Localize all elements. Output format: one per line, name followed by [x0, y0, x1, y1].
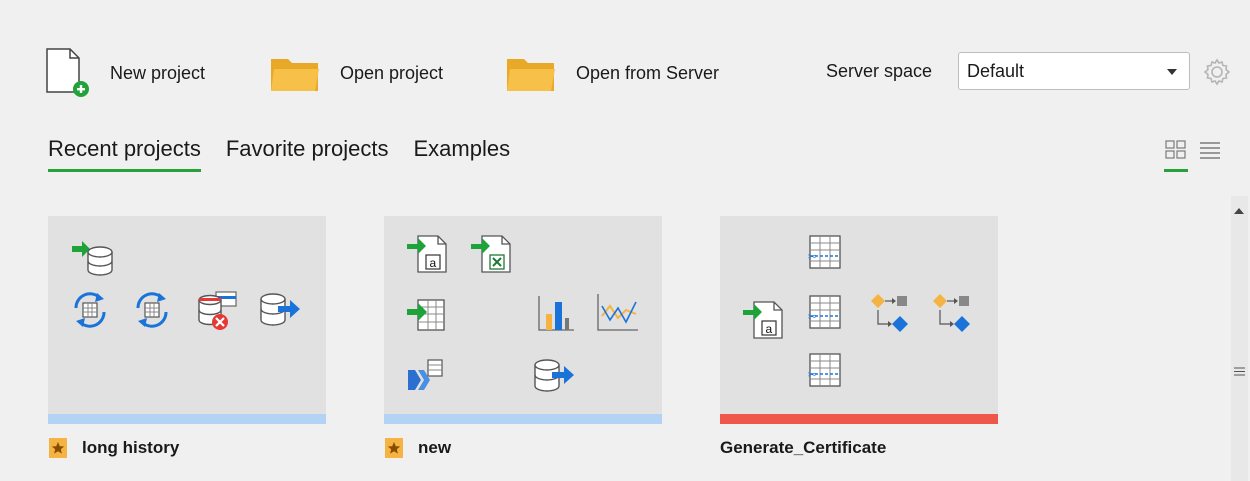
- project-card[interactable]: a new: [384, 216, 662, 458]
- svg-text:✂: ✂: [808, 252, 816, 263]
- transform-icon: [871, 294, 908, 332]
- project-tabs: Recent projects Favorite projects Exampl…: [48, 136, 535, 172]
- database-export-icon: [534, 359, 574, 392]
- import-excel-icon: [471, 235, 511, 273]
- svg-text:a: a: [766, 322, 773, 336]
- project-card[interactable]: ✂ a ✂ ✂ Generate_Certificate: [720, 216, 998, 458]
- folder-icon: [507, 59, 555, 91]
- new-file-icon: [46, 48, 89, 97]
- project-card[interactable]: long history: [48, 216, 326, 458]
- project-title-row: Generate_Certificate: [720, 438, 998, 458]
- open-from-server-label: Open from Server: [576, 62, 720, 83]
- project-title-row: long history: [48, 438, 326, 458]
- project-title: Generate_Certificate: [720, 438, 887, 457]
- scrollbar-track[interactable]: [1231, 196, 1248, 481]
- tab-recent-projects[interactable]: Recent projects: [48, 136, 201, 172]
- project-thumbnail: ✂ a ✂ ✂: [720, 216, 998, 414]
- view-toggle: [1164, 138, 1222, 172]
- grid-view-button[interactable]: [1164, 138, 1188, 172]
- toolbar: New project Open project Open from Serve…: [0, 0, 1250, 120]
- new-project-label: New project: [110, 62, 206, 83]
- chevron-down-icon: [1167, 69, 1177, 75]
- status-bar: [720, 414, 998, 424]
- open-from-server-button[interactable]: Open from Server: [506, 48, 719, 98]
- project-thumbnail: a: [384, 216, 662, 414]
- new-project-button[interactable]: New project: [44, 48, 205, 98]
- split-table-icon: ✂: [808, 353, 841, 387]
- import-text-icon: a: [407, 235, 447, 273]
- folder-icon: [271, 59, 319, 91]
- refresh-table-icon: [74, 292, 106, 328]
- project-thumbnail: [48, 216, 326, 414]
- scroll-up-arrow-icon[interactable]: [1234, 208, 1244, 214]
- status-bar: [384, 414, 662, 424]
- refresh-table-icon: [136, 292, 168, 328]
- list-view-button[interactable]: [1198, 138, 1222, 172]
- star-bookmark-icon[interactable]: [48, 438, 68, 458]
- split-table-icon: ✂: [808, 235, 841, 269]
- import-text-icon: a: [743, 301, 783, 339]
- svg-text:✂: ✂: [808, 312, 816, 323]
- svg-text:a: a: [430, 256, 437, 270]
- pipeline-icon: [408, 359, 443, 390]
- star-bookmark-icon[interactable]: [384, 438, 404, 458]
- split-table-icon: ✂: [808, 295, 841, 329]
- grid-view-icon: [1165, 140, 1186, 159]
- tab-examples[interactable]: Examples: [413, 136, 510, 172]
- open-project-button[interactable]: Open project: [270, 48, 443, 98]
- line-chart-icon: [597, 294, 638, 331]
- import-table-icon: [407, 299, 445, 331]
- tab-favorite-projects[interactable]: Favorite projects: [226, 136, 389, 172]
- svg-text:✂: ✂: [808, 370, 816, 381]
- project-title-row: new: [384, 438, 662, 458]
- vertical-scrollbar[interactable]: [1229, 196, 1250, 481]
- scrollbar-grip-icon[interactable]: [1234, 367, 1245, 376]
- database-export-icon: [260, 293, 300, 326]
- status-bar: [48, 414, 326, 424]
- open-project-label: Open project: [340, 62, 444, 83]
- gear-icon[interactable]: [1203, 58, 1231, 86]
- transform-icon: [933, 294, 970, 332]
- bar-chart-icon: [538, 296, 574, 331]
- database-delete-icon: [198, 291, 237, 330]
- server-space-value: Default: [967, 61, 1025, 81]
- project-title: new: [418, 438, 452, 457]
- server-space-label: Server space: [826, 61, 933, 81]
- server-space-select[interactable]: Default: [958, 52, 1190, 90]
- project-title: long history: [82, 438, 180, 457]
- list-view-icon: [1200, 142, 1220, 159]
- database-import-icon: [72, 241, 113, 276]
